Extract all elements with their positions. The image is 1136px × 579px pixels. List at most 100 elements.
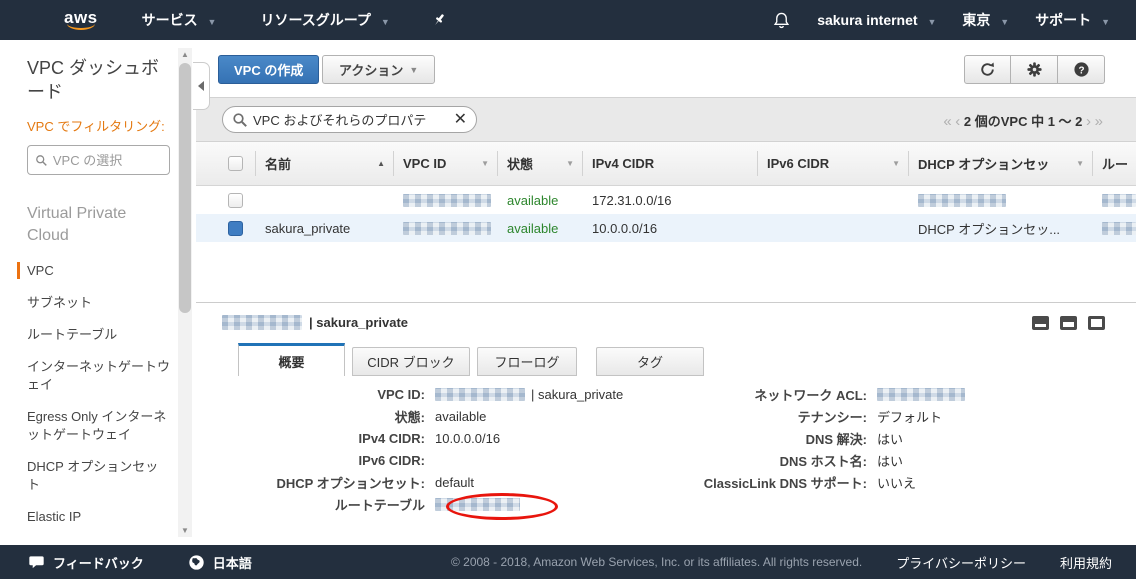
cell-vpc-id	[393, 186, 497, 214]
settings-button[interactable]	[1011, 55, 1058, 84]
vpc-table: 名前 ▲ VPC ID ▼ 状態 ▼ IPv4 CIDR IPv6 CIDR ▼	[196, 142, 1136, 242]
sidebar-item-elastic-ip[interactable]: Elastic IP	[27, 508, 170, 526]
column-route-table[interactable]: ルー	[1092, 142, 1136, 185]
create-vpc-button[interactable]: VPC の作成	[218, 55, 319, 84]
sidebar-collapse-handle[interactable]	[193, 62, 210, 110]
aws-logo[interactable]: aws	[64, 10, 98, 30]
privacy-policy-link[interactable]: プライバシーポリシー	[896, 553, 1026, 572]
clear-filter-icon[interactable]: ✕	[454, 112, 467, 128]
sort-ascending-icon: ▲	[377, 159, 385, 168]
next-page-icon[interactable]: ›	[1086, 113, 1091, 130]
tab-cidr-blocks[interactable]: CIDR ブロック	[352, 347, 470, 376]
vpc-filter-searchbox[interactable]: ✕	[222, 106, 477, 133]
feedback-button[interactable]: フィードバック	[28, 553, 144, 572]
sidebar-item-egress-only-igw[interactable]: Egress Only インターネットゲートウェイ	[27, 408, 170, 444]
globe-icon	[188, 554, 205, 571]
redacted-value	[918, 194, 1006, 207]
last-page-icon[interactable]: »	[1095, 113, 1103, 130]
cell-vpc-id	[393, 214, 497, 242]
nav-services-menu[interactable]: サービス ▼	[142, 10, 217, 30]
row-checkbox[interactable]	[196, 214, 255, 242]
aws-console-window: aws サービス ▼ リソースグループ ▼	[0, 0, 1136, 579]
column-name[interactable]: 名前 ▲	[255, 142, 393, 185]
pin-icon[interactable]	[430, 11, 448, 29]
sidebar-section-heading: Virtual Private Cloud	[27, 203, 170, 247]
terms-of-use-link[interactable]: 利用規約	[1060, 553, 1112, 572]
scroll-down-arrow-icon[interactable]: ▼	[178, 526, 192, 535]
field-state: 状態: available	[196, 405, 623, 427]
sidebar-item-dhcp-options[interactable]: DHCP オプションセット	[27, 458, 170, 494]
column-ipv4-cidr[interactable]: IPv4 CIDR	[582, 142, 757, 185]
footer: フィードバック 日本語 © 2008 - 2018, Amazon Web Se…	[0, 545, 1136, 579]
notifications-bell-icon[interactable]	[772, 11, 791, 30]
chevron-down-icon: ▼	[208, 17, 217, 27]
sort-icon: ▼	[892, 159, 900, 168]
refresh-icon	[979, 61, 996, 78]
sidebar-title: VPC ダッシュボード	[27, 56, 170, 104]
cell-ipv6-cidr	[757, 214, 908, 242]
sidebar-item-vpc[interactable]: VPC	[27, 262, 170, 280]
select-all-checkbox[interactable]	[196, 142, 255, 185]
sort-icon: ▼	[1076, 159, 1084, 168]
refresh-button[interactable]	[964, 55, 1011, 84]
redacted-vpc-id	[222, 315, 302, 330]
nav-region-menu[interactable]: 東京 ▼	[962, 10, 1009, 30]
column-state[interactable]: 状態 ▼	[497, 142, 582, 185]
field-ipv6-cidr: IPv6 CIDR:	[196, 449, 623, 471]
first-page-icon[interactable]: «	[943, 113, 951, 130]
field-ipv4-cidr: IPv4 CIDR: 10.0.0.0/16	[196, 427, 623, 449]
pane-medium-icon[interactable]	[1060, 316, 1077, 330]
sidebar-item-route-tables[interactable]: ルートテーブル	[27, 326, 170, 344]
cell-dhcp	[908, 186, 1092, 214]
detail-body: VPC ID: | sakura_private 状態: available I…	[196, 376, 1136, 383]
sidebar-filter-caption: VPC でフィルタリング:	[27, 118, 170, 136]
field-dns-resolution: DNS 解決: はい	[576, 427, 965, 449]
help-button[interactable]: ?	[1058, 55, 1105, 84]
sidebar-item-internet-gateways[interactable]: インターネットゲートウェイ	[27, 358, 170, 394]
sort-icon: ▼	[566, 159, 574, 168]
redacted-value	[1102, 194, 1136, 207]
scroll-up-arrow-icon[interactable]: ▲	[178, 50, 192, 59]
nav-account-menu[interactable]: sakura internet ▼	[817, 12, 936, 28]
table-row[interactable]: available 172.31.0.0/16	[196, 186, 1136, 214]
redacted-value	[1102, 222, 1136, 235]
table-row[interactable]: sakura_private available 10.0.0.0/16 DHC…	[196, 214, 1136, 242]
language-label: 日本語	[213, 553, 252, 572]
row-checkbox[interactable]	[196, 186, 255, 214]
toolbar-icon-group: ?	[964, 55, 1105, 84]
detail-tabs: 概要 CIDR ブロック フローログ タグ	[196, 341, 1136, 376]
nav-support-menu[interactable]: サポート ▼	[1035, 10, 1110, 30]
sidebar-scrollbar[interactable]: ▲ ▼	[178, 48, 192, 537]
tab-summary[interactable]: 概要	[238, 343, 345, 376]
cell-state: available	[497, 186, 582, 214]
scrollbar-thumb[interactable]	[179, 63, 191, 313]
sidebar-item-subnets[interactable]: サブネット	[27, 294, 170, 312]
language-button[interactable]: 日本語	[188, 553, 252, 572]
pagination-text: 2 個のVPC 中 1 ～ 2	[964, 114, 1082, 129]
column-ipv6-cidr[interactable]: IPv6 CIDR ▼	[757, 142, 908, 185]
cell-dhcp: DHCP オプションセッ...	[908, 214, 1092, 242]
chevron-down-icon: ▼	[381, 17, 390, 27]
vpc-select-input[interactable]	[53, 153, 162, 168]
sort-icon: ▼	[481, 159, 489, 168]
cell-name	[255, 186, 393, 214]
tab-flow-logs[interactable]: フローログ	[477, 347, 577, 376]
nav-resource-groups-menu[interactable]: リソースグループ ▼	[260, 10, 389, 30]
vpc-sidebar: VPC ダッシュボード VPC でフィルタリング: Virtual Privat…	[0, 40, 196, 545]
vpc-filter-input[interactable]	[253, 112, 452, 127]
cell-route-table	[1092, 186, 1136, 214]
chevron-down-icon: ▼	[409, 65, 418, 75]
previous-page-icon[interactable]: ‹	[955, 113, 960, 130]
nav-region-label: 東京	[962, 12, 990, 28]
chevron-down-icon: ▼	[1101, 17, 1110, 27]
feedback-label: フィードバック	[53, 553, 144, 572]
redacted-value[interactable]	[435, 498, 520, 511]
vpc-select-searchbox[interactable]	[27, 145, 170, 175]
pane-small-icon[interactable]	[1032, 316, 1049, 330]
tab-tags[interactable]: タグ	[596, 347, 704, 376]
column-vpc-id[interactable]: VPC ID ▼	[393, 142, 497, 185]
cell-route-table	[1092, 214, 1136, 242]
column-dhcp-options[interactable]: DHCP オプションセッ ▼	[908, 142, 1092, 185]
actions-dropdown-button[interactable]: アクション ▼	[322, 55, 435, 84]
pane-large-icon[interactable]	[1088, 316, 1105, 330]
